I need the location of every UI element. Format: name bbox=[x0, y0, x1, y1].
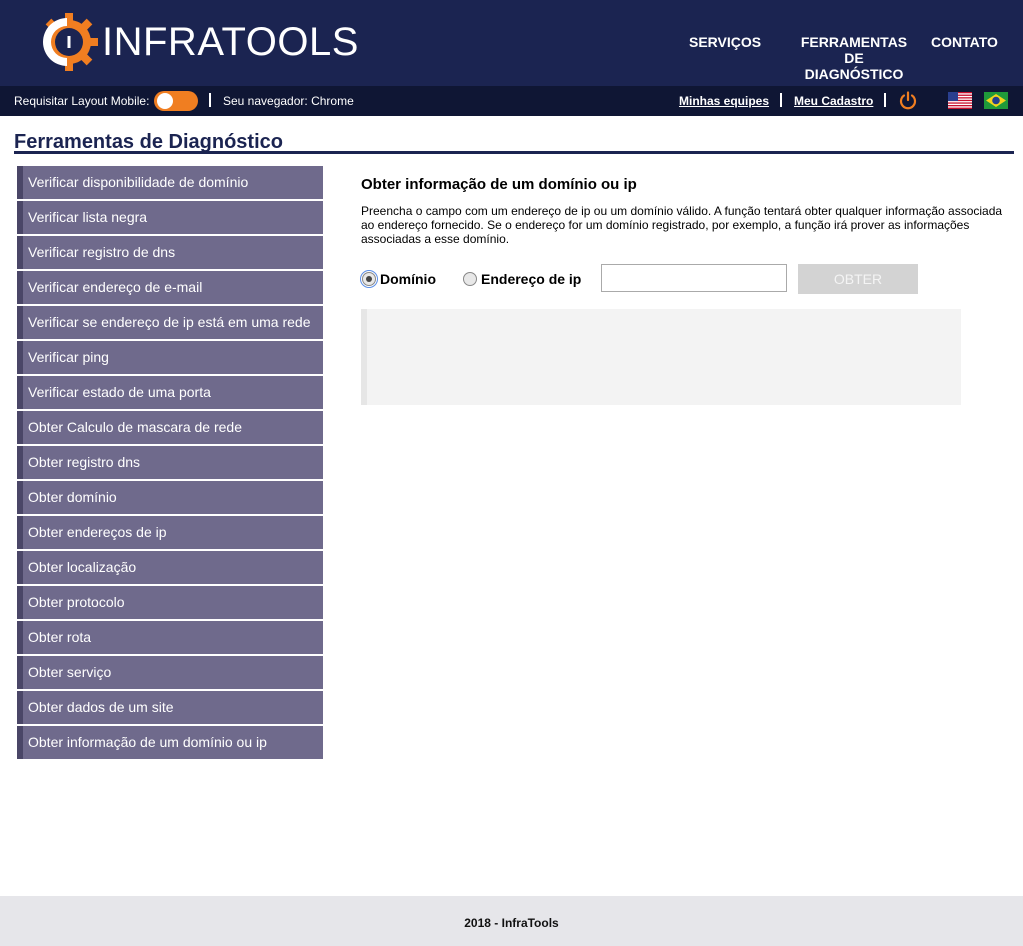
sidebar-item[interactable]: Obter protocolo bbox=[17, 586, 323, 619]
br-flag-icon[interactable] bbox=[984, 92, 1008, 109]
radio-dominio[interactable] bbox=[360, 270, 378, 288]
mobile-layout-toggle[interactable] bbox=[154, 91, 198, 111]
radio-ip[interactable] bbox=[463, 272, 477, 286]
gear-logo-icon bbox=[43, 13, 98, 71]
meu-cadastro-link[interactable]: Meu Cadastro bbox=[794, 86, 873, 116]
sidebar-item[interactable]: Obter localização bbox=[17, 551, 323, 584]
nav-ferramentas-line3: DIAGNÓSTICO bbox=[804, 66, 904, 82]
title-divider bbox=[14, 151, 1014, 154]
sidebar-item[interactable]: Obter Calculo de mascara de rede bbox=[17, 411, 323, 444]
radio-dominio-label: Domínio bbox=[380, 271, 436, 287]
nav-contato[interactable]: CONTATO bbox=[931, 34, 998, 50]
divider bbox=[209, 93, 211, 107]
browser-info: Seu navegador: Chrome bbox=[223, 94, 354, 108]
address-input[interactable] bbox=[601, 264, 787, 292]
sidebar-item[interactable]: Obter rota bbox=[17, 621, 323, 654]
sidebar-item[interactable]: Obter serviço bbox=[17, 656, 323, 689]
nav-ferramentas-line2: DE bbox=[844, 50, 864, 66]
nav-ferramentas-line1: FERRAMENTAS bbox=[800, 34, 908, 50]
footer: 2018 - InfraTools bbox=[0, 896, 1023, 946]
sidebar-item[interactable]: Verificar estado de uma porta bbox=[17, 376, 323, 409]
divider bbox=[884, 93, 886, 107]
obter-button[interactable]: OBTER bbox=[798, 264, 918, 294]
radio-dominio-option[interactable]: Domínio bbox=[360, 270, 436, 288]
sidebar-item[interactable]: Verificar endereço de e-mail bbox=[17, 271, 323, 304]
power-icon[interactable] bbox=[898, 91, 918, 111]
header: INFRATOOLS SERVIÇOS FERRAMENTAS DE DIAGN… bbox=[0, 0, 1023, 86]
sidebar-item[interactable]: Obter endereços de ip bbox=[17, 516, 323, 549]
section-description: Preencha o campo com um endereço de ip o… bbox=[361, 204, 1003, 246]
radio-ip-option[interactable]: Endereço de ip bbox=[463, 270, 581, 288]
sidebar-item[interactable]: Obter registro dns bbox=[17, 446, 323, 479]
logo[interactable]: INFRATOOLS bbox=[38, 12, 359, 72]
sidebar-item[interactable]: Verificar ping bbox=[17, 341, 323, 374]
nav-servicos[interactable]: SERVIÇOS bbox=[689, 34, 761, 50]
sidebar-item[interactable]: Verificar se endereço de ip está em uma … bbox=[17, 306, 323, 339]
radio-ip-label: Endereço de ip bbox=[481, 271, 582, 287]
minhas-equipes-link[interactable]: Minhas equipes bbox=[679, 86, 769, 116]
sub-bar: Requisitar Layout Mobile: Seu navegador:… bbox=[0, 86, 1023, 116]
nav-ferramentas-diagnostico[interactable]: FERRAMENTAS DE DIAGNÓSTICO bbox=[795, 34, 913, 82]
toggle-knob bbox=[157, 93, 173, 109]
section-title: Obter informação de um domínio ou ip bbox=[361, 176, 637, 193]
sidebar-item[interactable]: Verificar lista negra bbox=[17, 201, 323, 234]
mobile-layout-label: Requisitar Layout Mobile: bbox=[14, 94, 150, 108]
sidebar-item[interactable]: Verificar disponibilidade de domínio bbox=[17, 166, 323, 199]
divider bbox=[780, 93, 782, 107]
us-flag-icon[interactable] bbox=[948, 92, 972, 109]
sidebar: Verificar disponibilidade de domínio Ver… bbox=[17, 166, 323, 761]
result-panel bbox=[361, 309, 961, 405]
sidebar-item[interactable]: Obter domínio bbox=[17, 481, 323, 514]
sidebar-item-active[interactable]: Obter informação de um domínio ou ip bbox=[17, 726, 323, 759]
brand-name: INFRATOOLS bbox=[102, 20, 359, 64]
sidebar-item[interactable]: Obter dados de um site bbox=[17, 691, 323, 724]
sidebar-item[interactable]: Verificar registro de dns bbox=[17, 236, 323, 269]
